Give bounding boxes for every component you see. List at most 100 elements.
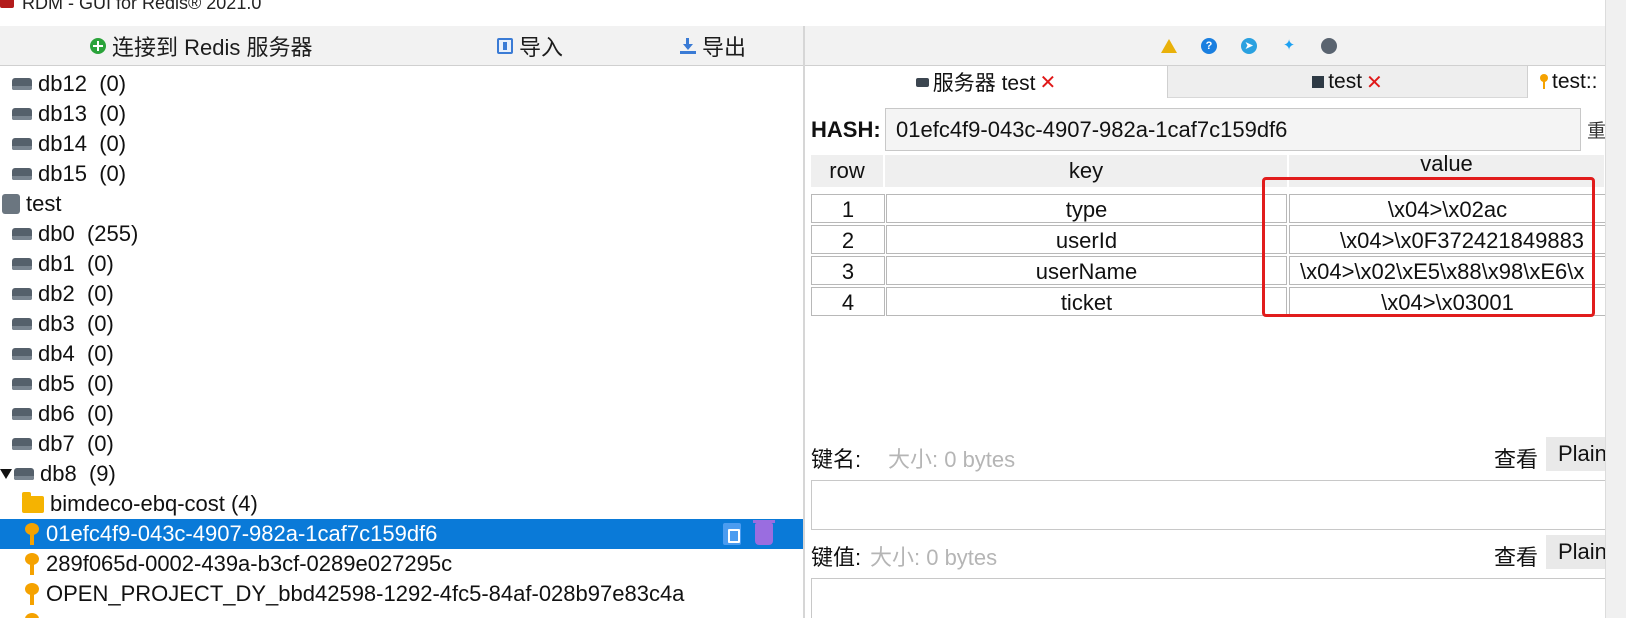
copy-icon[interactable] [723, 523, 741, 545]
tree-item-namespace[interactable]: bimdeco-ebq-cost (4) [0, 489, 803, 519]
vertical-scrollbar[interactable] [1605, 0, 1626, 618]
table-cell-key[interactable]: ticket [886, 287, 1287, 316]
tree-item-server-test[interactable]: test [0, 189, 803, 219]
tree-item-db13[interactable]: db13 (0) [0, 99, 803, 129]
tab-label: test [1328, 70, 1363, 93]
tree-item-key[interactable]: OPEN_PROJECT_DY_bbd42598-1292-4fc5-84af-… [0, 579, 803, 609]
tab-label: 服务器 test [932, 72, 1036, 95]
table-cell-value[interactable]: \x04>\x0F372421849883 [1289, 225, 1606, 254]
warning-icon[interactable] [1161, 39, 1177, 53]
database-icon [12, 78, 32, 90]
tab-server-test[interactable]: 服务器 test ✕ [805, 66, 1168, 98]
tree-item-db8[interactable]: db8 (9) [0, 459, 803, 489]
tree-item-db12[interactable]: db12 (0) [0, 69, 803, 99]
database-icon [12, 138, 32, 150]
expand-arrow-icon[interactable] [0, 469, 12, 479]
db-name: db1 [38, 251, 75, 276]
tab-key-test[interactable]: test:: [1528, 66, 1605, 98]
db-count: (9) [88, 461, 116, 486]
tree-item-db5[interactable]: db5 (0) [0, 369, 803, 399]
key-size-text: 大小: 0 bytes [888, 447, 1016, 472]
trash-icon[interactable] [753, 520, 775, 545]
window-edge [1626, 0, 1646, 618]
key-icon [24, 523, 40, 545]
database-icon [12, 288, 32, 300]
server-name: test [26, 191, 62, 216]
db-name: db6 [38, 401, 75, 426]
tree-item-db1[interactable]: db1 (0) [0, 249, 803, 279]
db-name: db3 [38, 311, 75, 336]
db-name: db0 [38, 221, 75, 246]
tree-item-db2[interactable]: db2 (0) [0, 279, 803, 309]
table-cell-value[interactable]: \x04>\x02\xE5\x88\x98\xE6\x [1289, 256, 1606, 285]
help-icon[interactable]: ? [1201, 38, 1217, 54]
tree-item-db15[interactable]: db15 (0) [0, 159, 803, 189]
import-button[interactable]: 导入 [497, 31, 563, 61]
key-name-textbox[interactable] [811, 480, 1606, 530]
table-cell-value[interactable]: \x04>\x03001 [1289, 287, 1606, 316]
db-name: db5 [38, 371, 75, 396]
db-name: db14 [38, 131, 87, 156]
tree-item-key-partial[interactable] [0, 609, 803, 618]
value-view-mode-select[interactable]: Plain [1546, 535, 1606, 569]
tree-item-db3[interactable]: db3 (0) [0, 309, 803, 339]
export-label: 导出 [702, 35, 747, 60]
connect-server-button[interactable]: 连接到 Redis 服务器 [90, 31, 312, 61]
rename-button[interactable]: 重 [1587, 116, 1607, 144]
tree-item-db14[interactable]: db14 (0) [0, 129, 803, 159]
github-icon[interactable] [1321, 38, 1337, 54]
row-actions [723, 520, 775, 545]
table-cell-key[interactable]: userId [886, 225, 1287, 254]
close-icon[interactable]: ✕ [1039, 70, 1056, 95]
column-header-value[interactable]: value [1289, 153, 1606, 187]
close-icon[interactable]: ✕ [1366, 70, 1383, 95]
db-count: (0) [86, 401, 114, 426]
panel-splitter[interactable] [803, 26, 805, 618]
server-icon [2, 194, 20, 214]
db-name: db2 [38, 281, 75, 306]
tree-item-db6[interactable]: db6 (0) [0, 399, 803, 429]
db-count: (0) [99, 101, 127, 126]
tab-label: test:: [1552, 70, 1598, 93]
telegram-icon[interactable]: ➤ [1241, 38, 1257, 54]
key-type-label: HASH: [811, 117, 881, 142]
key-name-label: 键名: [811, 447, 862, 472]
window-title: RDM - GUI for Redis® 2021.0 [22, 0, 262, 13]
db-count: (0) [86, 431, 114, 456]
table-cell-row[interactable]: 3 [811, 256, 885, 285]
key-icon [24, 553, 40, 575]
value-size-text: 大小: 0 bytes [870, 545, 998, 570]
title-bar: RDM - GUI for Redis® 2021.0 [0, 0, 1646, 26]
table-cell-row[interactable]: 1 [811, 194, 885, 223]
database-icon [14, 468, 34, 480]
table-cell-key[interactable]: type [886, 194, 1287, 223]
tab-console-test[interactable]: test ✕ [1168, 66, 1528, 98]
database-icon [12, 408, 32, 420]
right-toolbar: ? ➤ ✦ [805, 26, 1605, 66]
tree-item-key-selected[interactable]: 01efc4f9-043c-4907-982a-1caf7c159df6 [0, 519, 803, 549]
tree-item-key[interactable]: 289f065d-0002-439a-b3cf-0289e027295c [0, 549, 803, 579]
column-header-row[interactable]: row [811, 155, 885, 187]
value-textbox[interactable] [811, 578, 1606, 618]
db-count: (0) [99, 131, 127, 156]
table-cell-value[interactable]: \x04>\x02ac [1289, 194, 1606, 223]
database-icon [12, 108, 32, 120]
export-button[interactable]: 导出 [680, 31, 746, 61]
db-count: (0) [86, 251, 114, 276]
key-view-mode-select[interactable]: Plain [1546, 437, 1606, 471]
twitter-icon[interactable]: ✦ [1281, 38, 1297, 54]
db-name: db13 [38, 101, 87, 126]
key-name-field[interactable]: 01efc4f9-043c-4907-982a-1caf7c159df6 [885, 108, 1581, 151]
column-header-key[interactable]: key [885, 155, 1289, 187]
table-cell-row[interactable]: 2 [811, 225, 885, 254]
tree-item-db0[interactable]: db0 (255) [0, 219, 803, 249]
tab-bar: 服务器 test ✕ test ✕ test:: [805, 66, 1605, 98]
connect-server-label: 连接到 Redis 服务器 [112, 35, 313, 60]
table-cell-key[interactable]: userName [886, 256, 1287, 285]
table-cell-row[interactable]: 4 [811, 287, 885, 316]
import-label: 导入 [519, 35, 564, 60]
tree-item-db7[interactable]: db7 (0) [0, 429, 803, 459]
key-name: OPEN_PROJECT_DY_bbd42598-1292-4fc5-84af-… [46, 581, 685, 606]
tree-item-db4[interactable]: db4 (0) [0, 339, 803, 369]
value-view-label: 查看 [1494, 545, 1539, 570]
